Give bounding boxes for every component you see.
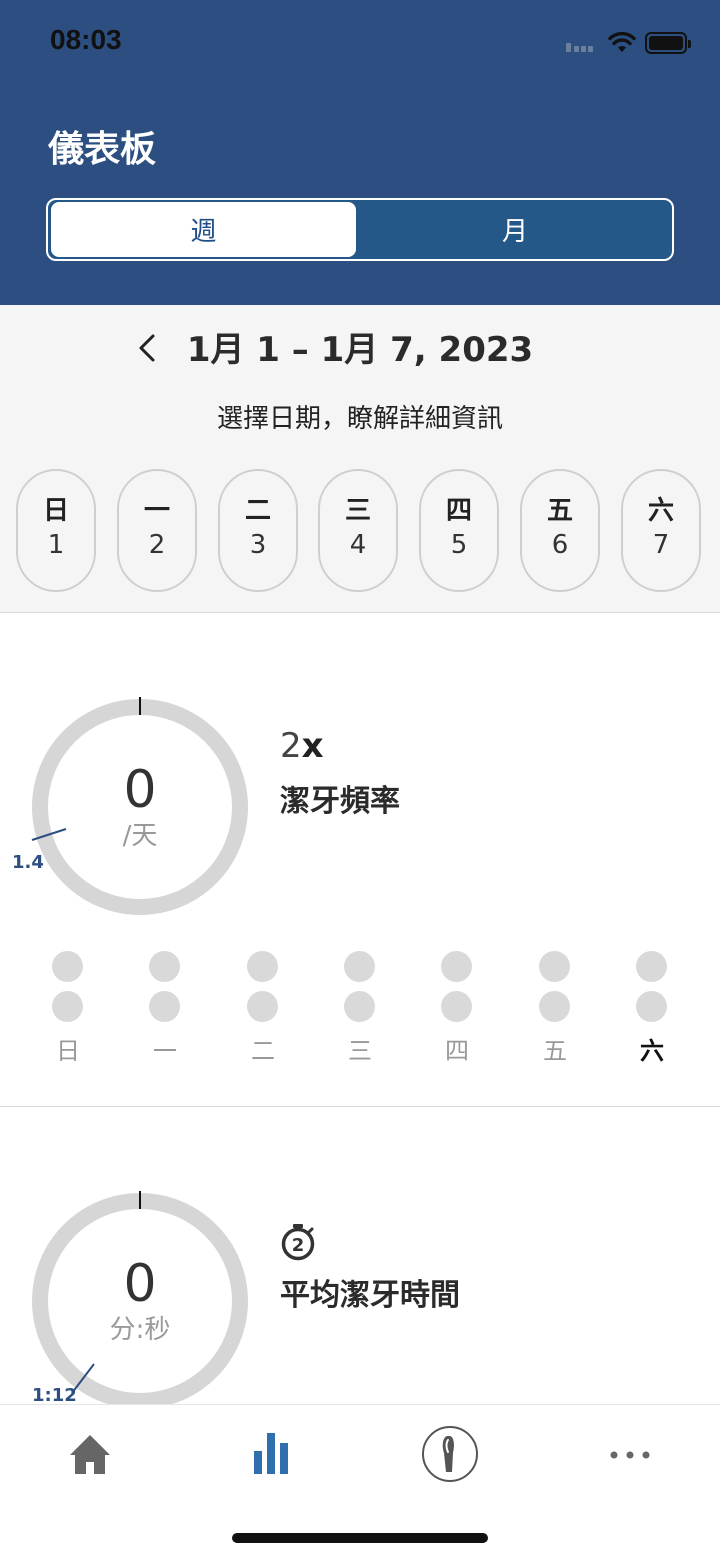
day-pill-sun[interactable]: 日 1 (16, 469, 96, 592)
day-pill-date: 3 (249, 530, 267, 560)
weekday-label: 日 (56, 1037, 80, 1065)
weekday-label-current: 六 (640, 1037, 664, 1065)
weekday-label: 一 (153, 1037, 177, 1065)
duration-title: 平均潔牙時間 (280, 1278, 460, 1313)
day-pill-date: 5 (450, 530, 468, 560)
day-pill-date: 4 (349, 530, 367, 560)
frequency-count: 2x (280, 726, 324, 766)
day-pill-weekday: 三 (344, 496, 371, 526)
evening-dot (247, 991, 278, 1022)
toothbrush-icon[interactable] (421, 1425, 479, 1483)
header: 08:03 儀表板 週 月 (0, 0, 720, 305)
svg-text:2: 2 (292, 1235, 305, 1256)
day-pill-sat[interactable]: 六 7 (621, 469, 701, 592)
evening-dot (149, 991, 180, 1022)
morning-dot (344, 951, 375, 982)
evening-dot (441, 991, 472, 1022)
frequency-count-multiplier: x (301, 726, 324, 766)
stopwatch-icon: 2 (281, 1224, 315, 1261)
day-pill-date: 2 (148, 530, 166, 560)
day-pill-weekday: 五 (546, 496, 573, 526)
day-pill-fri[interactable]: 五 6 (520, 469, 600, 592)
day-pill-weekday: 六 (647, 496, 674, 526)
day-pill-weekday: 日 (42, 496, 69, 526)
day-pill-date: 1 (47, 530, 65, 560)
home-indicator (232, 1533, 488, 1543)
frequency-unit: /天 (122, 821, 158, 851)
wifi-icon (608, 31, 636, 52)
evening-dot (52, 991, 83, 1022)
day-pill-date: 6 (551, 530, 569, 560)
day-pill-wed[interactable]: 三 4 (318, 469, 398, 592)
frequency-value: 0 (123, 760, 157, 820)
segment-month[interactable]: 月 (358, 202, 672, 257)
day-pill-date: 7 (652, 530, 670, 560)
day-pill-weekday: 二 (244, 496, 271, 526)
morning-dot (52, 951, 83, 982)
evening-dot (636, 991, 667, 1022)
period-segmented-control: 週 月 (46, 198, 674, 261)
morning-dot (247, 951, 278, 982)
morning-dot (441, 951, 472, 982)
home-icon[interactable] (68, 1432, 112, 1476)
frequency-target-label: 1.4 (12, 852, 44, 873)
battery-icon (645, 32, 691, 54)
duration-value: 0 (123, 1254, 157, 1314)
weekday-label: 二 (251, 1037, 275, 1065)
stats-icon[interactable] (252, 1429, 290, 1475)
segment-week[interactable]: 週 (51, 202, 356, 257)
duration-unit: 分:秒 (109, 1315, 171, 1345)
page-title: 儀表板 (48, 129, 157, 170)
day-pill-weekday: 四 (445, 496, 472, 526)
day-pill-weekday: 一 (143, 496, 170, 526)
weekday-label: 五 (543, 1037, 567, 1065)
evening-dot (344, 991, 375, 1022)
date-range: 1月 1 – 1月 7, 2023 (186, 330, 534, 370)
morning-dot (539, 951, 570, 982)
morning-dot (636, 951, 667, 982)
status-time: 08:03 (50, 24, 122, 55)
day-pill-tue[interactable]: 二 3 (218, 469, 298, 592)
weekday-label: 三 (348, 1037, 372, 1065)
day-pill-thu[interactable]: 四 5 (419, 469, 499, 592)
date-hint: 選擇日期，瞭解詳細資訊 (216, 404, 503, 434)
frequency-title: 潔牙頻率 (280, 784, 400, 819)
more-icon[interactable] (608, 1449, 652, 1461)
day-pill-mon[interactable]: 一 2 (117, 469, 197, 592)
morning-dot (149, 951, 180, 982)
card-divider (0, 1106, 720, 1107)
duration-target-label: 1:12 (32, 1385, 77, 1406)
frequency-count-number: 2 (280, 726, 302, 766)
evening-dot (539, 991, 570, 1022)
cellular-signal-icon (566, 42, 600, 52)
weekday-label: 四 (445, 1037, 469, 1065)
